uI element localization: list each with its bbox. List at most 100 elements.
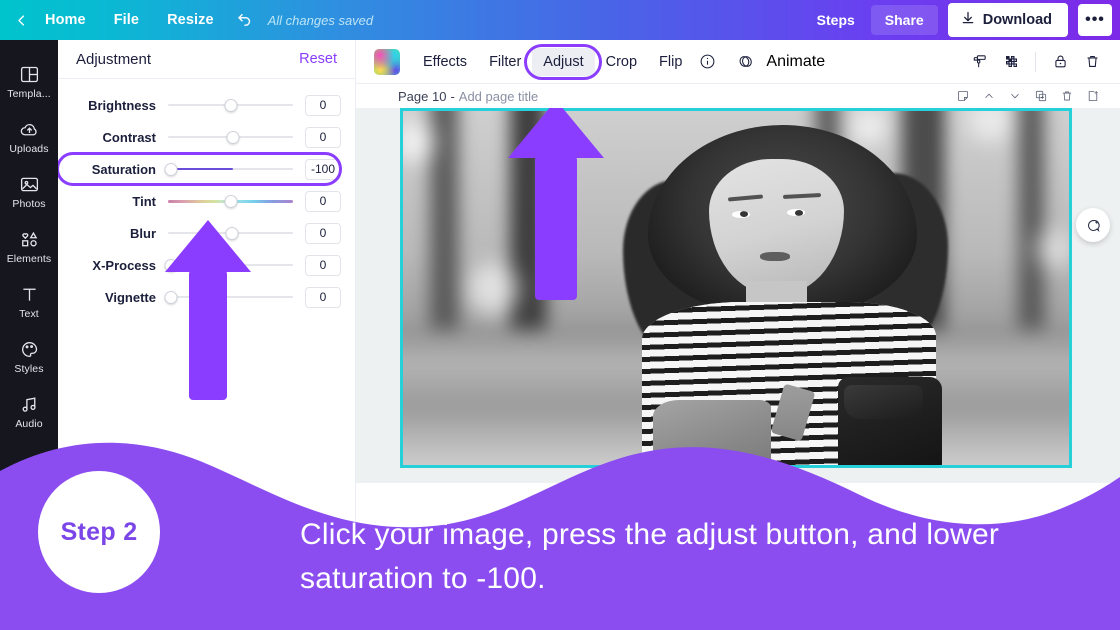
tab-filter[interactable]: Filter	[478, 48, 532, 76]
slider-value-blur[interactable]: 0	[305, 222, 341, 244]
tab-adjust[interactable]: Adjust	[532, 47, 595, 76]
trash-icon[interactable]	[1056, 86, 1078, 106]
info-circle-icon[interactable]	[693, 48, 721, 76]
slider-knob-contrast[interactable]	[226, 130, 240, 144]
page-title-placeholder[interactable]: Add page title	[455, 89, 539, 104]
sidebar-label-styles: Styles	[14, 363, 44, 375]
page-title-row: Page 10 - Add page title	[356, 84, 1120, 108]
duplicate-icon[interactable]	[1030, 86, 1052, 106]
instruction-text: Click your image, press the adjust butto…	[300, 518, 1000, 595]
purple-arrow-panel	[165, 220, 251, 400]
lock-icon[interactable]	[1046, 48, 1074, 76]
add-page-icon[interactable]	[1082, 86, 1104, 106]
slider-label-blur: Blur	[130, 225, 156, 241]
download-label: Download	[982, 12, 1052, 28]
toolbar-right-icons	[965, 48, 1110, 76]
animate-label: Animate	[766, 52, 826, 70]
home-button[interactable]: Home	[31, 6, 100, 34]
sidebar-item-templates[interactable]: Templa...	[0, 54, 58, 109]
eye-right	[787, 209, 805, 217]
slider-track-contrast[interactable]	[168, 128, 293, 146]
slider-value-xprocess[interactable]: 0	[305, 254, 341, 276]
add-comment-button[interactable]	[1076, 208, 1110, 242]
note-icon[interactable]	[952, 86, 974, 106]
panel-title: Adjustment	[76, 50, 152, 68]
trash-icon[interactable]	[1078, 48, 1106, 76]
slider-label-tint: Tint	[132, 193, 156, 209]
transparency-icon[interactable]	[997, 48, 1025, 76]
slider-knob-saturation[interactable]	[164, 162, 177, 176]
top-header-bar: Home File Resize All changes saved Steps…	[0, 0, 1120, 40]
slider-value-saturation[interactable]: -100	[305, 158, 341, 180]
slider-value-brightness[interactable]: 0	[305, 94, 341, 116]
slider-track-brightness[interactable]	[168, 96, 293, 114]
tutorial-banner: Step 2 Click your image, press the adjus…	[0, 435, 1120, 630]
animate-button[interactable]: Animate	[721, 42, 835, 82]
sidebar-label-uploads: Uploads	[9, 143, 49, 155]
sidebar-label-text: Text	[19, 308, 39, 320]
header-right-group: Steps Share Download •••	[805, 3, 1120, 37]
slider-value-vignette[interactable]: 0	[305, 286, 341, 308]
sidebar-label-elements: Elements	[6, 253, 52, 265]
animate-icon	[731, 48, 759, 76]
canvas-area[interactable]	[356, 108, 1120, 483]
reset-button[interactable]: Reset	[299, 51, 337, 67]
steps-button[interactable]: Steps	[805, 5, 867, 35]
slider-knob-tint[interactable]	[224, 194, 237, 208]
eyebrow-left	[727, 194, 764, 202]
grayscale-photo[interactable]	[403, 111, 1069, 465]
sidebar-item-audio[interactable]: Audio	[0, 384, 58, 439]
image-editor-toolbar: Effects Filter Adjust Crop Flip Animate	[356, 40, 1120, 84]
sidebar-item-text[interactable]: Text	[0, 274, 58, 329]
slider-knob-brightness[interactable]	[224, 98, 237, 112]
backpack-flap	[844, 384, 924, 420]
paint-roller-icon[interactable]	[965, 48, 993, 76]
chevron-down-icon[interactable]	[1004, 86, 1026, 106]
slider-row-tint[interactable]: Tint 0	[58, 185, 355, 217]
purple-arrow-canvas	[508, 108, 604, 300]
selected-image-frame[interactable]	[400, 108, 1072, 468]
eye-left	[731, 210, 750, 218]
share-button[interactable]: Share	[870, 5, 938, 35]
arrow-shaft	[535, 156, 577, 300]
palette-icon	[18, 338, 40, 360]
sidebar-item-photos[interactable]: Photos	[0, 164, 58, 219]
arrow-head	[508, 108, 604, 158]
step-badge: Step 2	[38, 471, 160, 593]
pupil	[739, 211, 748, 218]
chevron-up-icon[interactable]	[978, 86, 1000, 106]
resize-button[interactable]: Resize	[153, 6, 228, 34]
save-status-text: All changes saved	[267, 12, 374, 28]
slider-value-tint[interactable]: 0	[305, 190, 341, 212]
slider-track-saturation[interactable]	[164, 160, 293, 178]
templates-icon	[18, 63, 40, 85]
eyebrow-right	[783, 193, 822, 200]
sidebar-label-audio: Audio	[15, 418, 43, 430]
slider-label-xprocess: X-Process	[92, 257, 156, 273]
slider-row-contrast[interactable]: Contrast 0	[58, 121, 355, 153]
slider-label-saturation: Saturation	[91, 161, 156, 177]
sidebar-item-elements[interactable]: Elements	[0, 219, 58, 274]
sidebar-item-uploads[interactable]: Uploads	[0, 109, 58, 164]
shapes-icon	[18, 228, 40, 250]
page-number-label: Page 10	[398, 88, 447, 104]
bokeh-light	[968, 111, 1013, 142]
color-gradient-swatch-icon[interactable]	[374, 48, 400, 75]
download-button[interactable]: Download	[947, 3, 1068, 37]
sidebar-label-photos: Photos	[12, 198, 46, 210]
tab-effects[interactable]: Effects	[412, 48, 478, 76]
sidebar-item-styles[interactable]: Styles	[0, 329, 58, 384]
bokeh-light	[1033, 230, 1069, 269]
back-chevron-icon[interactable]	[14, 13, 31, 28]
photo-icon	[18, 173, 40, 195]
slider-row-brightness[interactable]: Brightness 0	[58, 89, 355, 121]
slider-row-saturation[interactable]: Saturation -100	[56, 152, 355, 186]
slider-value-contrast[interactable]: 0	[305, 126, 341, 148]
undo-icon[interactable]	[228, 7, 264, 33]
more-options-button[interactable]: •••	[1078, 4, 1112, 36]
canva-editor-screenshot: Home File Resize All changes saved Steps…	[0, 0, 1120, 630]
tab-flip[interactable]: Flip	[648, 48, 693, 76]
file-menu-button[interactable]: File	[100, 6, 153, 34]
slider-track-tint[interactable]	[168, 192, 293, 210]
tab-crop[interactable]: Crop	[595, 48, 648, 76]
